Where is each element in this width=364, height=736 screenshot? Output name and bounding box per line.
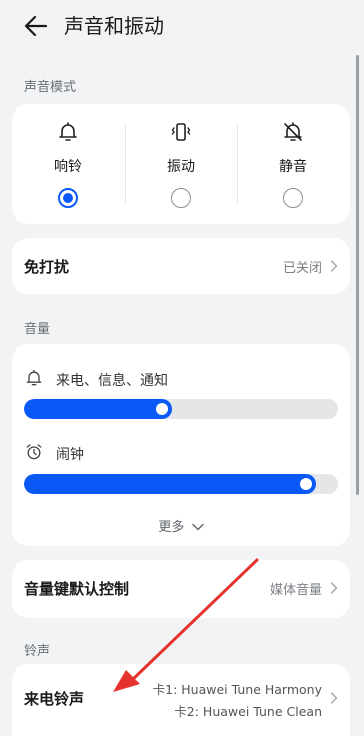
chevron-right-icon [330, 260, 338, 272]
more-label: 更多 [158, 520, 185, 535]
mode-vibrate[interactable]: 振动 [125, 104, 237, 224]
scrollbar[interactable] [356, 55, 359, 495]
mode-ring-radio[interactable] [58, 188, 78, 208]
back-arrow-icon[interactable] [22, 12, 50, 40]
mode-silent[interactable]: 静音 [237, 104, 349, 224]
chevron-down-icon [191, 523, 204, 531]
bell-icon [59, 122, 77, 141]
sound-mode-section-label: 声音模式 [24, 80, 77, 95]
volume-key-row[interactable]: 音量键默认控制 媒体音量 [12, 560, 350, 618]
volume-section-label: 音量 [24, 322, 51, 337]
ringtone-title: 来电铃声 [24, 690, 85, 708]
mode-silent-label: 静音 [279, 159, 307, 175]
mode-ring[interactable]: 响铃 [12, 104, 124, 224]
bell-off-icon [284, 122, 302, 141]
chevron-right-icon [330, 582, 338, 594]
page-title: 声音和振动 [64, 14, 164, 38]
slider-thumb[interactable] [155, 403, 168, 415]
ring-volume-slider[interactable] [24, 399, 338, 419]
mode-silent-radio[interactable] [283, 188, 303, 208]
mode-ring-label: 响铃 [54, 159, 82, 175]
alarm-volume-label: 闹钟 [56, 447, 84, 463]
dnd-status: 已关闭 [282, 261, 322, 276]
slider-fill [24, 399, 172, 419]
sound-mode-card: 响铃 振动 静音 [12, 104, 350, 224]
chevron-right-icon [330, 692, 338, 704]
ringtone-section-label: 铃声 [24, 644, 51, 659]
ringtone-row[interactable]: 来电铃声 卡1: Huawei Tune Harmony 卡2: Huawei … [12, 664, 350, 736]
volume-key-value: 媒体音量 [269, 583, 322, 598]
ring-volume-label: 来电、信息、通知 [56, 373, 168, 389]
volume-card: 来电、信息、通知 闹钟 更多 [12, 344, 350, 546]
dnd-row[interactable]: 免打扰 已关闭 [12, 238, 350, 294]
sim2-ringtone: 卡2: Huawei Tune Clean [174, 704, 322, 719]
volume-key-title: 音量键默认控制 [24, 580, 130, 598]
app-header: 声音和振动 [0, 0, 364, 56]
sim1-ringtone: 卡1: Huawei Tune Harmony [152, 682, 322, 697]
dnd-title: 免打扰 [24, 258, 70, 276]
more-button[interactable]: 更多 [12, 516, 350, 535]
slider-fill [24, 474, 317, 494]
mode-vibrate-label: 振动 [167, 159, 195, 175]
bell-icon [26, 369, 42, 386]
mode-vibrate-radio[interactable] [171, 188, 191, 208]
slider-thumb[interactable] [300, 478, 313, 490]
alarm-clock-icon [26, 444, 42, 460]
vibrate-icon [171, 123, 191, 141]
alarm-volume-slider[interactable] [24, 474, 338, 494]
